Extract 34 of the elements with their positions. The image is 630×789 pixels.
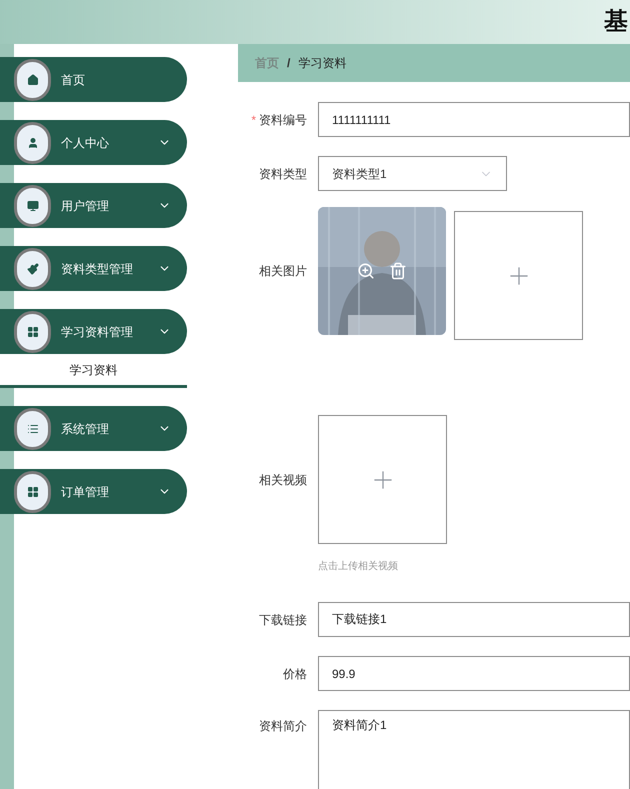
field-label: 下载链接 <box>259 612 307 628</box>
grid-icon <box>26 326 38 338</box>
menu-item[interactable]: 资料类型管理 <box>0 246 187 291</box>
text-field[interactable]: 下载链接1 <box>318 602 630 637</box>
submenu-item[interactable]: 学习资料 <box>0 354 187 388</box>
house-icon <box>26 74 38 86</box>
field-label: 资料编号 <box>259 112 307 128</box>
menu-item[interactable]: 首页 <box>0 57 187 102</box>
menu-item[interactable]: 订单管理 <box>0 469 187 514</box>
breadcrumb-separator: / <box>287 55 290 72</box>
upload-box[interactable] <box>454 211 583 340</box>
menu-item[interactable]: 个人中心 <box>0 120 187 165</box>
text-field[interactable]: 1111111111 <box>318 102 630 137</box>
upload-box[interactable] <box>318 415 447 544</box>
upload-hint: 点击上传相关视频 <box>318 560 399 574</box>
field-label: 价格 <box>283 666 307 682</box>
delete-icon[interactable] <box>389 262 407 280</box>
menu-item[interactable]: 系统管理 <box>0 406 187 451</box>
field-label: 资料简介 <box>259 718 307 735</box>
text-field[interactable]: 99.9 <box>318 656 630 691</box>
select-field[interactable]: 资料类型1 <box>318 156 507 191</box>
field-label: 相关图片 <box>259 262 307 280</box>
text-area[interactable]: 资料简介1 <box>318 710 630 789</box>
zoom-icon[interactable] <box>357 262 375 280</box>
field-label: 资料类型 <box>259 166 307 182</box>
monitor-icon <box>26 200 38 212</box>
field-label: 相关视频 <box>259 472 307 488</box>
required-mark: * <box>251 112 256 128</box>
menu-item[interactable]: 学习资料管理 <box>0 309 187 354</box>
user-icon <box>26 136 38 148</box>
system-title: 基 <box>604 10 628 34</box>
grid-icon <box>26 486 38 498</box>
brush-icon <box>26 262 38 274</box>
menu-item[interactable]: 用户管理 <box>0 183 187 228</box>
